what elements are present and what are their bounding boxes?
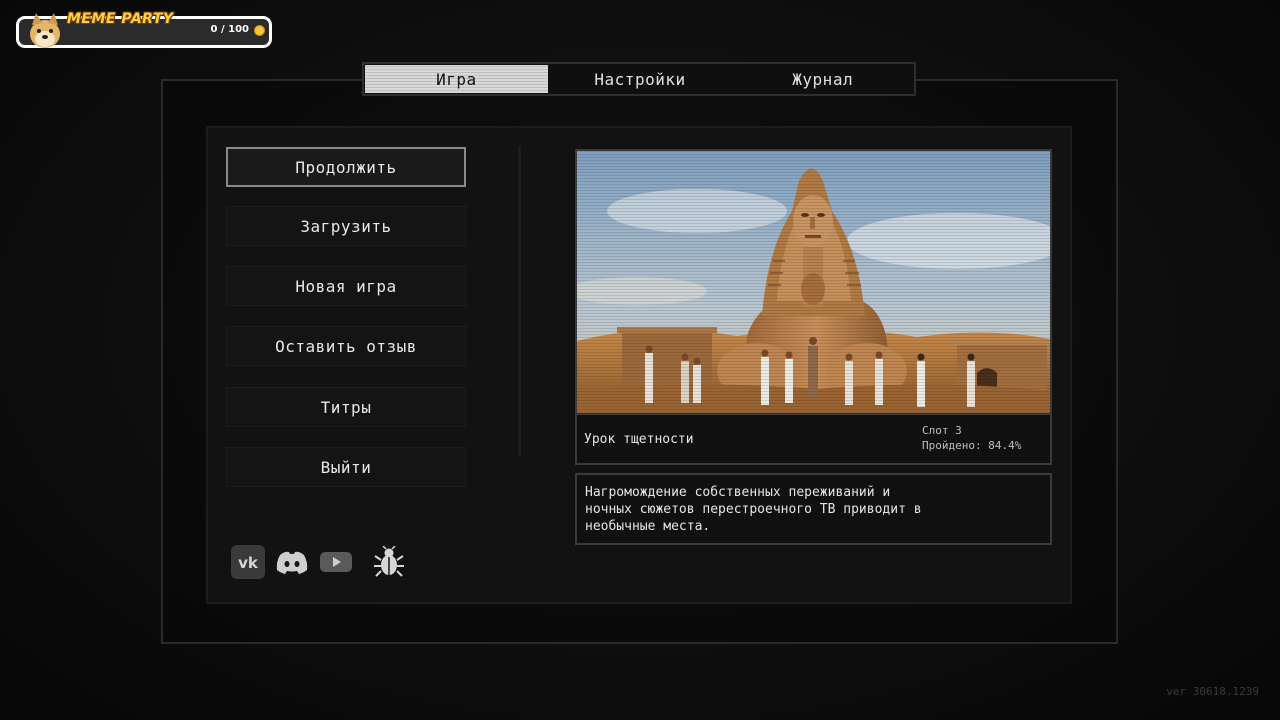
- new-game-button[interactable]: Новая игра: [226, 266, 466, 306]
- youtube-icon[interactable]: [319, 545, 353, 579]
- coin-icon: [254, 25, 265, 36]
- version-label: ver 30618.1239: [1166, 685, 1259, 698]
- vk-icon[interactable]: vk: [231, 545, 265, 579]
- feedback-button[interactable]: Оставить отзыв: [226, 326, 466, 366]
- tab-game[interactable]: Игра: [365, 65, 548, 93]
- bug-report-icon[interactable]: [372, 545, 406, 579]
- exit-button[interactable]: Выйти: [226, 447, 466, 487]
- save-progress: Пройдено: 84.4%: [922, 439, 1022, 452]
- credits-button[interactable]: Титры: [226, 387, 466, 427]
- panel-divider: [518, 146, 521, 456]
- tab-bar: Игра Настройки Журнал: [362, 62, 916, 96]
- badge-title: MEME PARTY: [67, 11, 174, 27]
- discord-icon[interactable]: [275, 545, 309, 579]
- doge-icon: [30, 13, 60, 48]
- tab-journal[interactable]: Журнал: [731, 64, 914, 94]
- svg-text:vk: vk: [238, 554, 259, 572]
- save-description: Нагромождение собственных переживаний и …: [575, 473, 1052, 545]
- save-slot: Слот 3: [922, 424, 962, 437]
- tab-settings[interactable]: Настройки: [549, 64, 732, 94]
- save-name: Урок тщетности: [584, 432, 694, 447]
- continue-button[interactable]: Продолжить: [226, 147, 466, 187]
- coin-counter: 0 / 100: [210, 24, 249, 35]
- save-info-bar: Урок тщетности Слот 3 Пройдено: 84.4%: [575, 415, 1052, 465]
- meme-party-badge[interactable]: MEME PARTY 0 / 100: [16, 11, 272, 48]
- save-preview-image[interactable]: [575, 149, 1052, 415]
- load-button[interactable]: Загрузить: [226, 206, 466, 246]
